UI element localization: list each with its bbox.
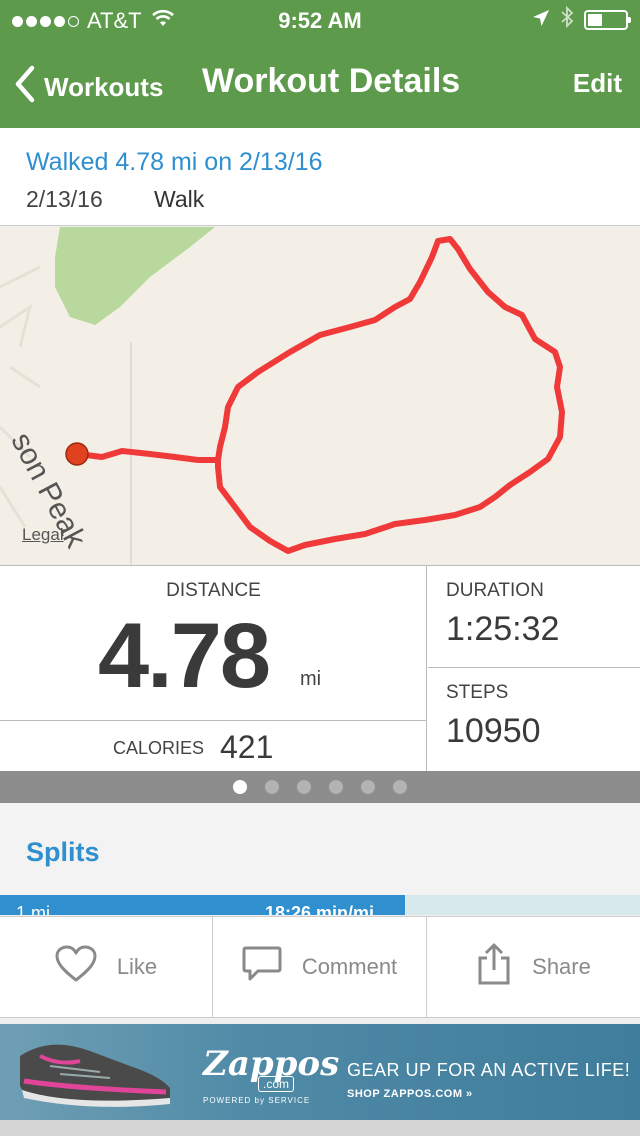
page-dot[interactable] <box>329 780 343 794</box>
app-header: AT&T 9:52 AM Workouts Workout Details Ed… <box>0 0 640 128</box>
steps-value: 10950 <box>446 712 541 750</box>
social-actions: Like Comment Share <box>0 916 640 1018</box>
status-bar: AT&T 9:52 AM <box>0 5 640 36</box>
share-icon <box>476 942 512 992</box>
like-button[interactable]: Like <box>0 917 213 1017</box>
duration-panel: DURATION 1:25:32 <box>428 566 640 668</box>
map-canvas: son Peak <box>0 227 565 565</box>
location-arrow-icon <box>532 7 550 33</box>
split-pace: 18:26 min/mi <box>265 903 375 915</box>
battery-level <box>588 14 602 26</box>
bluetooth-icon <box>560 5 574 34</box>
page-dot[interactable] <box>361 780 375 794</box>
steps-panel: STEPS 10950 <box>428 668 640 772</box>
distance-panel: DISTANCE 4.78 mi CALORIES 421 <box>0 566 427 772</box>
heart-icon <box>55 945 97 989</box>
page-dot[interactable] <box>393 780 407 794</box>
nav-bar: Workouts Workout Details Edit <box>0 56 640 112</box>
route-map[interactable]: son Peak Legal <box>0 227 640 565</box>
page-indicator[interactable] <box>0 771 640 803</box>
workout-headline[interactable]: Walked 4.78 mi on 2/13/16 <box>26 148 322 177</box>
edit-button[interactable]: Edit <box>573 68 622 99</box>
status-right <box>532 5 631 34</box>
route-path <box>75 236 565 554</box>
zappos-ad-banner[interactable]: Zappos .com POWERED by SERVICE GEAR UP F… <box>0 1024 640 1120</box>
ad-tagline: GEAR UP FOR AN ACTIVE LIFE! <box>347 1060 631 1080</box>
page-title: Workout Details <box>202 62 461 100</box>
park-area <box>55 227 215 325</box>
bottom-divider <box>0 1120 640 1136</box>
workout-stats: DISTANCE 4.78 mi CALORIES 421 DURATION 1… <box>0 565 640 772</box>
calories-row: CALORIES 421 <box>0 720 427 772</box>
back-button[interactable]: Workouts <box>14 64 163 111</box>
page-dot[interactable] <box>233 780 247 794</box>
start-marker <box>65 442 89 466</box>
comment-icon <box>242 945 282 989</box>
ad-powered-by: POWERED by SERVICE <box>203 1096 311 1105</box>
page-dot[interactable] <box>265 780 279 794</box>
share-label: Share <box>532 954 591 979</box>
splits-title: Splits <box>26 837 100 867</box>
battery-icon <box>584 10 631 30</box>
calories-value: 421 <box>220 729 274 765</box>
ad-cta[interactable]: SHOP ZAPPOS.COM » <box>347 1088 473 1100</box>
comment-button[interactable]: Comment <box>213 917 427 1017</box>
distance-label: DISTANCE <box>166 580 261 601</box>
distance-value: 4.78 <box>98 605 271 707</box>
workout-type: Walk <box>154 186 205 212</box>
page-dot[interactable] <box>297 780 311 794</box>
shoe-image <box>10 1026 190 1120</box>
legal-link[interactable]: Legal <box>22 525 64 545</box>
splits-section: Splits 1 mi 18:26 min/mi <box>0 803 640 915</box>
ad-brand-suffix: .com <box>258 1076 295 1092</box>
steps-label: STEPS <box>446 682 509 703</box>
back-label: Workouts <box>44 72 164 102</box>
comment-label: Comment <box>301 954 398 979</box>
duration-value: 1:25:32 <box>446 610 560 648</box>
chevron-left-icon <box>14 64 36 111</box>
calories-label: CALORIES <box>113 738 205 758</box>
split-track <box>405 895 640 915</box>
workout-date: 2/13/16 <box>26 186 103 212</box>
split-row: 1 mi 18:26 min/mi <box>0 895 405 915</box>
split-mile: 1 mi <box>16 903 51 915</box>
duration-label: DURATION <box>446 580 544 601</box>
share-button[interactable]: Share <box>427 917 640 1017</box>
workout-summary: Walked 4.78 mi on 2/13/16 2/13/16 Walk <box>0 128 640 226</box>
distance-unit: mi <box>300 668 322 690</box>
like-label: Like <box>116 954 158 979</box>
